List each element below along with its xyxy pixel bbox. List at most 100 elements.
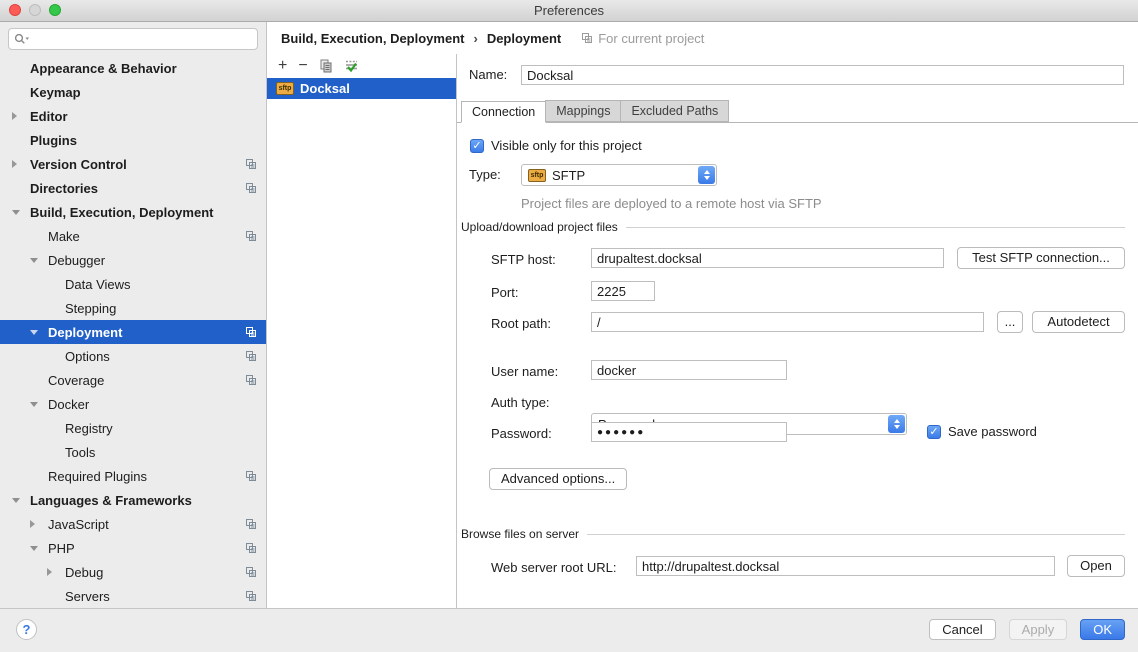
sidebar-item-deployment[interactable]: Deployment <box>0 320 266 344</box>
sftp-host-label: SFTP host: <box>491 250 556 270</box>
server-list-panel: + − <box>267 54 457 608</box>
close-window-button[interactable] <box>9 4 21 16</box>
browse-section-header: Browse files on server <box>461 527 1125 541</box>
autodetect-button[interactable]: Autodetect <box>1032 311 1125 333</box>
copy-icon <box>319 59 333 73</box>
server-item-docksal[interactable]: sftpDocksal <box>267 78 456 99</box>
tree-down-arrow-icon[interactable] <box>30 402 48 407</box>
sidebar-item-options[interactable]: Options <box>0 344 266 368</box>
sidebar-item-label: Make <box>48 229 80 244</box>
user-name-input[interactable] <box>591 360 787 380</box>
sidebar-item-coverage[interactable]: Coverage <box>0 368 266 392</box>
project-scope-icon <box>245 566 257 578</box>
use-as-default-button[interactable] <box>344 59 359 73</box>
minimize-window-button[interactable] <box>29 4 41 16</box>
use-as-default-check-icon <box>344 59 359 73</box>
advanced-options-button[interactable]: Advanced options... <box>489 468 627 490</box>
sidebar-item-registry[interactable]: Registry <box>0 416 266 440</box>
ok-button[interactable]: OK <box>1080 619 1125 640</box>
sidebar-item-label: Debugger <box>48 253 105 268</box>
web-root-input[interactable] <box>636 556 1055 576</box>
sidebar-item-editor[interactable]: Editor <box>0 104 266 128</box>
settings-search-input[interactable] <box>8 28 258 50</box>
browse-root-path-button[interactable]: ... <box>997 311 1023 333</box>
tree-right-arrow-icon[interactable] <box>12 112 30 120</box>
tree-down-arrow-icon[interactable] <box>12 210 30 215</box>
sidebar-item-label: Directories <box>30 181 98 196</box>
sidebar-item-make[interactable]: Make <box>0 224 266 248</box>
tab-bar: ConnectionMappingsExcluded Paths <box>457 100 1138 123</box>
port-label: Port: <box>491 283 518 303</box>
sidebar-item-label: Required Plugins <box>48 469 147 484</box>
sidebar-item-stepping[interactable]: Stepping <box>0 296 266 320</box>
zoom-window-button[interactable] <box>49 4 61 16</box>
search-icon <box>14 33 30 45</box>
password-input[interactable] <box>591 422 787 442</box>
server-items: sftpDocksal <box>267 78 456 99</box>
sidebar-item-appearance-behavior[interactable]: Appearance & Behavior <box>0 56 266 80</box>
sidebar-item-languages-frameworks[interactable]: Languages & Frameworks <box>0 488 266 512</box>
add-server-button[interactable]: + <box>278 59 287 73</box>
sidebar-item-docker[interactable]: Docker <box>0 392 266 416</box>
password-label: Password: <box>491 424 552 444</box>
sidebar-item-data-views[interactable]: Data Views <box>0 272 266 296</box>
settings-tree: Appearance & BehaviorKeymapEditorPlugins… <box>0 56 266 608</box>
sidebar-item-javascript[interactable]: JavaScript <box>0 512 266 536</box>
tab-excluded-paths[interactable]: Excluded Paths <box>620 100 729 122</box>
project-scope-icon <box>245 230 257 242</box>
tree-right-arrow-icon[interactable] <box>30 520 48 528</box>
sidebar-item-build-execution-deployment[interactable]: Build, Execution, Deployment <box>0 200 266 224</box>
project-scope-icon <box>245 590 257 602</box>
tree-right-arrow-icon[interactable] <box>12 160 30 168</box>
sidebar-item-directories[interactable]: Directories <box>0 176 266 200</box>
project-scope-icon <box>245 350 257 362</box>
sidebar-item-required-plugins[interactable]: Required Plugins <box>0 464 266 488</box>
sidebar-item-servers[interactable]: Servers <box>0 584 266 608</box>
sidebar-item-label: Servers <box>65 589 110 604</box>
remove-server-button[interactable]: − <box>298 59 307 73</box>
name-label: Name: <box>469 65 507 85</box>
tree-down-arrow-icon[interactable] <box>30 258 48 263</box>
sidebar-item-label: Version Control <box>30 157 127 172</box>
type-select[interactable]: sftp SFTP <box>521 164 717 186</box>
cancel-button[interactable]: Cancel <box>929 619 995 640</box>
traffic-lights <box>9 4 61 16</box>
select-stepper-icon <box>888 415 905 433</box>
tree-right-arrow-icon[interactable] <box>47 568 65 576</box>
visible-only-checkbox[interactable]: ✓ <box>470 139 484 153</box>
project-scope-icon <box>245 158 257 170</box>
project-scope-icon <box>245 374 257 386</box>
root-path-label: Root path: <box>491 314 551 334</box>
sidebar-item-debug[interactable]: Debug <box>0 560 266 584</box>
visible-only-label: Visible only for this project <box>491 138 642 153</box>
sidebar-item-tools[interactable]: Tools <box>0 440 266 464</box>
sidebar-item-php[interactable]: PHP <box>0 536 266 560</box>
help-button[interactable]: ? <box>16 619 37 640</box>
port-input[interactable] <box>591 281 655 301</box>
sidebar-item-plugins[interactable]: Plugins <box>0 128 266 152</box>
test-sftp-connection-button[interactable]: Test SFTP connection... <box>957 247 1125 269</box>
open-url-button[interactable]: Open <box>1067 555 1125 577</box>
titlebar: Preferences <box>0 0 1138 22</box>
tab-mappings[interactable]: Mappings <box>545 100 621 122</box>
sidebar-item-debugger[interactable]: Debugger <box>0 248 266 272</box>
sidebar-item-label: PHP <box>48 541 75 556</box>
sftp-host-input[interactable] <box>591 248 944 268</box>
type-description: Project files are deployed to a remote h… <box>521 196 822 211</box>
connection-settings-panel: Name: ConnectionMappingsExcluded Paths ✓… <box>457 54 1138 608</box>
scope-note: For current project <box>581 31 704 46</box>
server-list-toolbar: + − <box>267 54 456 78</box>
project-scope-icon <box>245 350 257 362</box>
tree-down-arrow-icon[interactable] <box>12 498 30 503</box>
root-path-input[interactable] <box>591 312 984 332</box>
tab-connection[interactable]: Connection <box>461 101 546 123</box>
save-password-checkbox[interactable]: ✓ <box>927 425 941 439</box>
sidebar-item-version-control[interactable]: Version Control <box>0 152 266 176</box>
apply-button[interactable]: Apply <box>1009 619 1068 640</box>
sidebar-item-keymap[interactable]: Keymap <box>0 80 266 104</box>
breadcrumb-parent[interactable]: Build, Execution, Deployment <box>281 31 464 46</box>
tree-down-arrow-icon[interactable] <box>30 330 48 335</box>
server-name-input[interactable] <box>521 65 1124 85</box>
tree-down-arrow-icon[interactable] <box>30 546 48 551</box>
copy-server-button[interactable] <box>319 59 333 73</box>
